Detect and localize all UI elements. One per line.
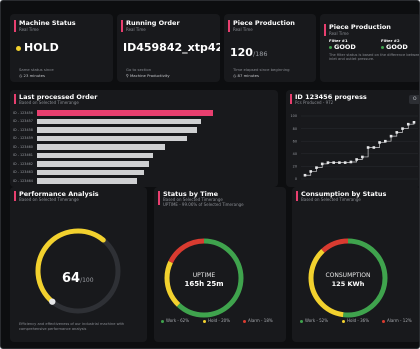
performance-note: Efficiency and effectiveness of our indu… xyxy=(19,322,125,331)
id-progress-card: ID 123456 progress Pcs Produced - 972 O … xyxy=(286,90,419,187)
piece-count: 120/186 xyxy=(230,46,268,59)
y-tick-label: 40 xyxy=(293,152,297,156)
progress-point xyxy=(349,160,353,164)
card-title: Piece Production xyxy=(233,19,295,27)
footer-time: ◷ 23 minutes xyxy=(19,73,45,78)
consumption-value: 125 KWh xyxy=(331,280,365,288)
progress-point xyxy=(361,155,364,159)
filter-note: The filter status is based on the differ… xyxy=(329,53,420,62)
footer-note: Time elapsed since beginning xyxy=(233,67,290,72)
progress-point xyxy=(406,122,410,126)
progress-point xyxy=(395,131,399,134)
order-bar xyxy=(37,169,145,175)
legend-alarm: Alarm - 12% xyxy=(382,318,412,323)
progress-point xyxy=(384,139,387,143)
machine-productivity-link[interactable]: ⚲ Machine Productivity xyxy=(126,73,170,78)
card-subtitle: Real Time xyxy=(329,31,349,36)
performance-gauge xyxy=(35,228,121,314)
order-bar-chart: ID - 123456 ID - 123457 ID - 123458 ID - 12… xyxy=(10,90,278,187)
category-label: ID - 123458 xyxy=(13,127,33,132)
footer-note: Same status since xyxy=(19,67,54,72)
progress-point xyxy=(343,161,347,164)
y-tick-label: 0 xyxy=(295,177,297,181)
order-bar xyxy=(37,127,197,133)
category-label: ID - 123464 xyxy=(13,178,33,183)
progress-point xyxy=(401,127,404,130)
filter-status-card: Piece Production Real Time Filter #1 GOO… xyxy=(320,14,420,82)
dashboard: Machine Status Real Time HOLD Same statu… xyxy=(0,0,420,349)
consumption-by-status-card: Consumption by Status Based on Selected … xyxy=(292,187,419,342)
progress-point xyxy=(326,161,330,164)
y-tick-label: 60 xyxy=(293,139,297,143)
progress-point xyxy=(303,173,307,177)
y-tick-label: 100 xyxy=(291,114,297,118)
progress-line xyxy=(305,122,415,176)
category-label: ID - 123456 xyxy=(13,110,33,115)
piece-production-card: Piece Production Real Time 120/186 Time … xyxy=(224,14,316,82)
status-value: HOLD xyxy=(16,41,59,54)
order-bar xyxy=(37,161,149,167)
card-subtitle: Real Time xyxy=(233,27,253,32)
last-processed-order-card: Last processed Order Based on Selected T… xyxy=(10,90,278,187)
footer-time: ◷ 87 minutes xyxy=(233,73,259,78)
y-tick-label: 80 xyxy=(293,127,297,131)
card-title: Piece Production xyxy=(329,23,391,31)
category-label: ID - 123462 xyxy=(13,161,33,166)
y-tick-label: 20 xyxy=(293,165,297,169)
machine-status-card: Machine Status Real Time HOLD Same statu… xyxy=(10,14,113,82)
category-label: ID - 123459 xyxy=(13,136,33,140)
progress-point xyxy=(372,146,376,149)
order-bar xyxy=(37,135,188,141)
legend-alarm: Alarm - 18% xyxy=(243,318,273,323)
category-label: ID - 123461 xyxy=(13,153,33,157)
category-label: ID - 123463 xyxy=(13,170,33,174)
order-bar xyxy=(37,152,154,158)
legend-work: Work - 52% xyxy=(300,318,328,323)
filter2-value: GOOD xyxy=(381,43,408,51)
card-subtitle: Real Time xyxy=(126,27,146,32)
status-dot xyxy=(16,45,21,51)
card-subtitle: Real Time xyxy=(19,27,39,32)
progress-point xyxy=(355,158,358,161)
progress-point xyxy=(320,162,324,166)
order-bar xyxy=(37,178,138,184)
gauge-knob xyxy=(49,298,56,305)
progress-point xyxy=(366,146,370,149)
category-label: ID - 123460 xyxy=(13,144,33,149)
legend-work: Work - 62% xyxy=(161,318,189,323)
order-bar xyxy=(37,110,213,116)
progress-point xyxy=(332,161,335,164)
order-bar xyxy=(37,144,165,150)
performance-analysis-card: Performance Analysis Based on Selected T… xyxy=(10,187,147,342)
footer-note: Go to section xyxy=(126,67,152,72)
progress-point xyxy=(309,170,313,173)
consumption-label: CONSUMPTION xyxy=(325,272,371,279)
progress-point xyxy=(412,121,416,124)
legend-hold: Hold - 20% xyxy=(203,318,230,323)
category-label: ID - 123457 xyxy=(13,119,33,123)
progress-point xyxy=(389,134,393,138)
card-title: Machine Status xyxy=(19,19,76,27)
performance-score: 64/100 xyxy=(62,271,94,286)
uptime-label: UPTIME xyxy=(192,272,216,279)
filter1-value: GOOD xyxy=(329,43,356,51)
order-id-value: ID459842_xtp42 xyxy=(123,41,220,54)
uptime-value: 165h 25m xyxy=(184,280,224,288)
progress-line-chart: 100 80 60 40 20 0 xyxy=(291,114,418,181)
card-title: Running Order xyxy=(126,19,180,27)
status-by-time-card: Status by Time Based on Selected Timeran… xyxy=(154,187,286,342)
progress-point xyxy=(315,166,318,169)
order-bar xyxy=(37,118,202,124)
legend-hold: Hold - 36% xyxy=(342,318,369,323)
progress-point xyxy=(378,141,381,144)
running-order-card: Running Order Real Time ID459842_xtp42 G… xyxy=(117,14,220,82)
progress-point xyxy=(338,161,341,164)
